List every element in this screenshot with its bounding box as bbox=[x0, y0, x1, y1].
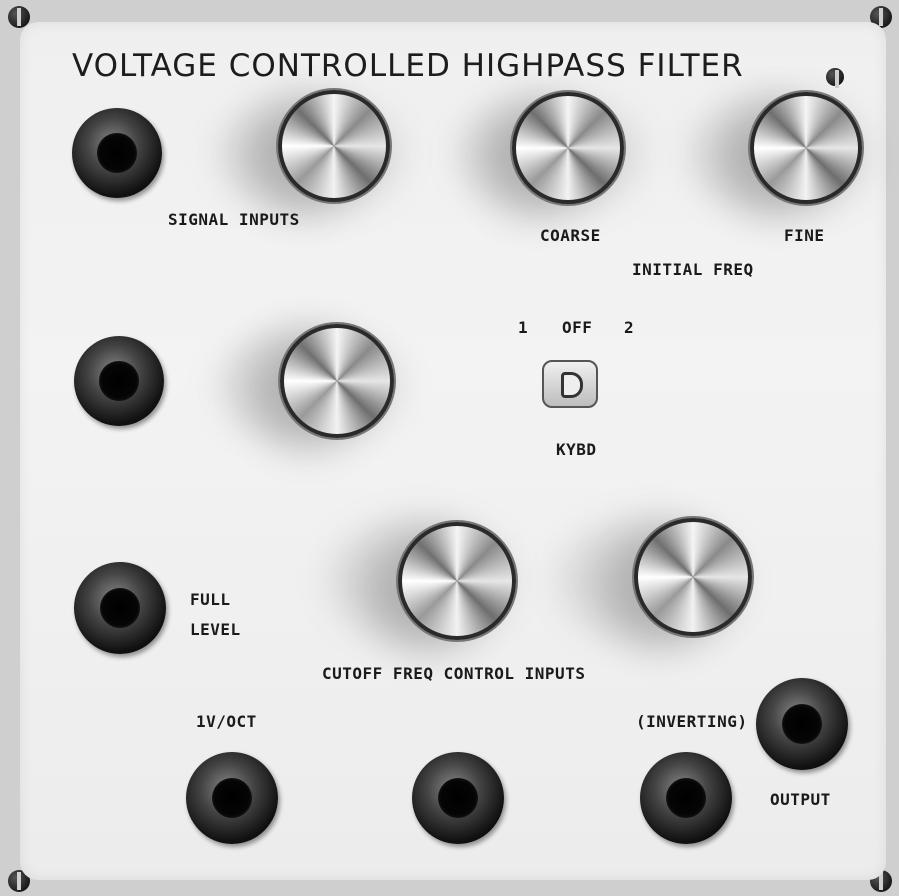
small-screw-icon bbox=[826, 68, 844, 88]
inverting-control-input-jack[interactable] bbox=[640, 752, 732, 844]
full-label: FULL bbox=[190, 590, 231, 609]
fine-label: FINE bbox=[784, 226, 825, 245]
output-jack[interactable] bbox=[756, 678, 848, 770]
panel-title: VOLTAGE CONTROLLED HIGHPASS FILTER bbox=[72, 48, 744, 84]
full-level-input-jack[interactable] bbox=[74, 562, 166, 654]
signal-input-level-knob-2[interactable] bbox=[280, 324, 394, 438]
initial-freq-fine-knob[interactable] bbox=[750, 92, 862, 204]
signal-input-level-knob-1[interactable] bbox=[278, 90, 390, 202]
one-volt-per-octave-input-jack[interactable] bbox=[186, 752, 278, 844]
cutoff-control-knob-1[interactable] bbox=[398, 522, 516, 640]
switch-position-1-label: 1 bbox=[518, 318, 529, 337]
inverting-label: (INVERTING) bbox=[636, 712, 748, 731]
signal-input-jack-2[interactable] bbox=[74, 336, 164, 426]
cutoff-control-input-jack-2[interactable] bbox=[412, 752, 504, 844]
switch-position-off-label: OFF bbox=[562, 318, 593, 337]
kybd-toggle-switch[interactable] bbox=[542, 360, 598, 408]
level-label: LEVEL bbox=[190, 620, 241, 639]
switch-position-2-label: 2 bbox=[624, 318, 635, 337]
initial-freq-coarse-knob[interactable] bbox=[512, 92, 624, 204]
initial-freq-label: INITIAL FREQ bbox=[632, 260, 754, 279]
kybd-label: KYBD bbox=[556, 440, 597, 459]
output-label: OUTPUT bbox=[770, 790, 831, 809]
coarse-label: COARSE bbox=[540, 226, 601, 245]
module-frame: VOLTAGE CONTROLLED HIGHPASS FILTER SIGNA… bbox=[0, 0, 899, 896]
signal-inputs-label: SIGNAL INPUTS bbox=[168, 210, 300, 229]
cutoff-freq-control-inputs-label: CUTOFF FREQ CONTROL INPUTS bbox=[322, 664, 586, 683]
signal-input-jack-1[interactable] bbox=[72, 108, 162, 198]
one-volt-per-octave-label: 1V/OCT bbox=[196, 712, 257, 731]
cutoff-control-knob-2[interactable] bbox=[634, 518, 752, 636]
